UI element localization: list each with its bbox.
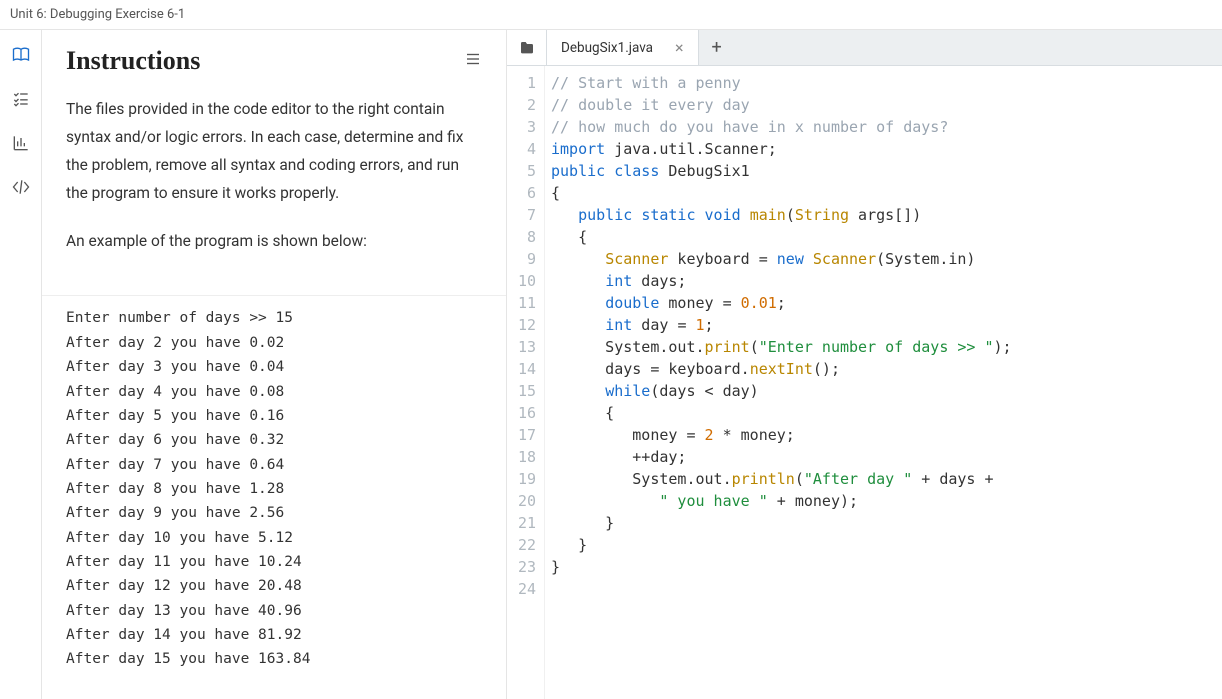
- close-icon[interactable]: ×: [675, 40, 684, 56]
- tab-label: DebugSix1.java: [561, 40, 653, 56]
- code-lines[interactable]: // Start with a penny// double it every …: [545, 66, 1222, 699]
- tabbar: DebugSix1.java × +: [507, 30, 1222, 66]
- menu-icon[interactable]: [464, 50, 482, 72]
- code-editor[interactable]: 123456789101112131415161718192021222324 …: [507, 66, 1222, 699]
- chart-icon[interactable]: [10, 132, 32, 154]
- instructions-para2: An example of the program is shown below…: [66, 228, 482, 256]
- instructions-panel: Instructions The files provided in the c…: [42, 30, 507, 699]
- editor-panel: DebugSix1.java × + 123456789101112131415…: [507, 30, 1222, 699]
- main-layout: Instructions The files provided in the c…: [0, 30, 1222, 699]
- instructions-body: The files provided in the code editor to…: [42, 86, 506, 295]
- instructions-heading: Instructions: [66, 46, 200, 76]
- checklist-icon[interactable]: [10, 88, 32, 110]
- tab-debugsix1[interactable]: DebugSix1.java ×: [547, 30, 699, 65]
- code-icon[interactable]: [10, 176, 32, 198]
- page-title: Unit 6: Debugging Exercise 6-1: [10, 7, 185, 22]
- file-browser-icon[interactable]: [507, 30, 547, 65]
- book-icon[interactable]: [10, 44, 32, 66]
- sample-output: Enter number of days >> 15 After day 2 y…: [42, 295, 506, 681]
- sidebar: [0, 30, 42, 699]
- add-tab-button[interactable]: +: [699, 30, 735, 65]
- titlebar: Unit 6: Debugging Exercise 6-1: [0, 0, 1222, 30]
- instructions-para1: The files provided in the code editor to…: [66, 96, 482, 208]
- instructions-header: Instructions: [42, 30, 506, 86]
- line-gutter: 123456789101112131415161718192021222324: [507, 66, 545, 699]
